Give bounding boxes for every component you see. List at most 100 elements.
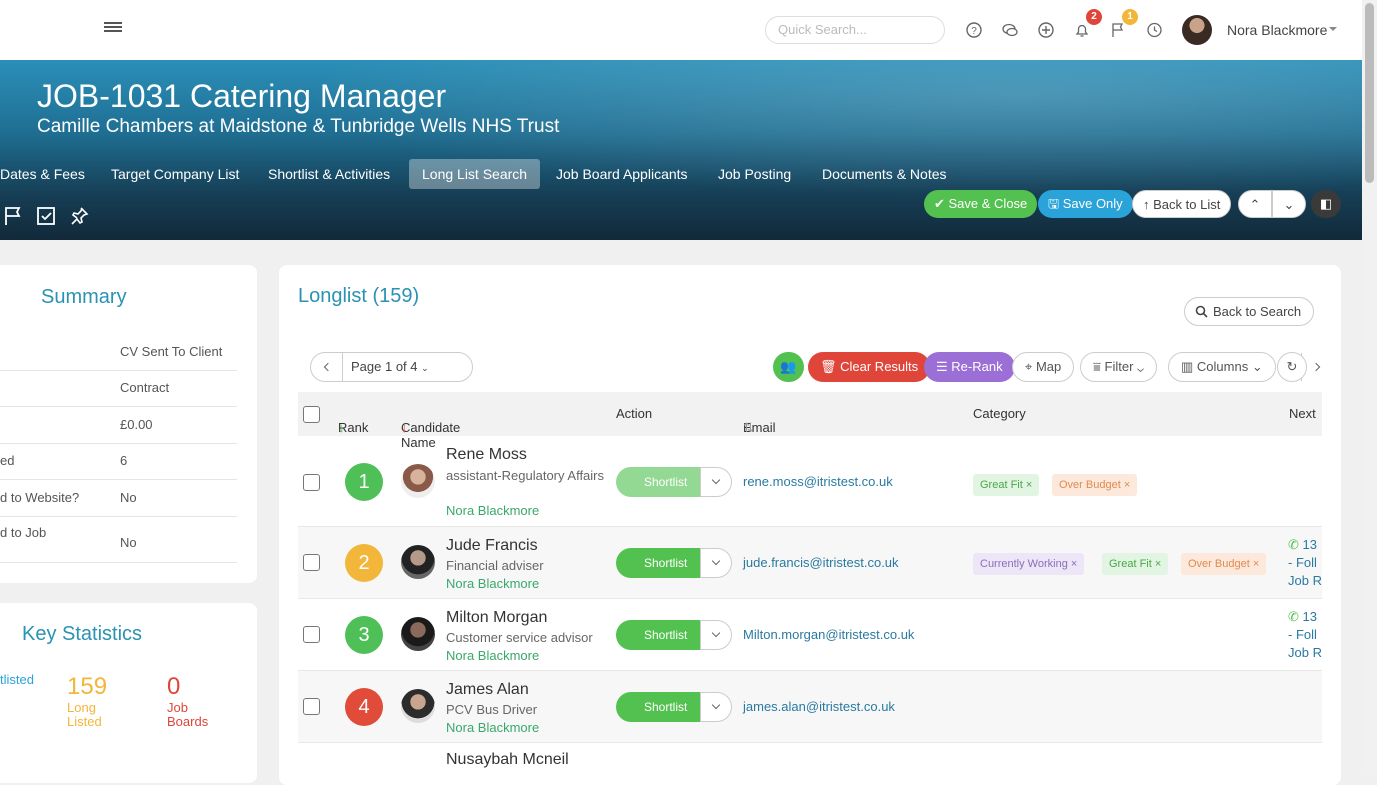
user-name[interactable]: Nora Blackmore bbox=[1227, 22, 1327, 38]
candidate-owner[interactable]: Nora Blackmore bbox=[446, 648, 539, 663]
category-tag[interactable]: Over Budget × bbox=[1052, 474, 1138, 496]
candidate-email[interactable]: jude.francis@itristest.co.uk bbox=[743, 555, 899, 570]
page-label: Page 1 of 4 bbox=[351, 359, 418, 374]
next-action-text: 13 bbox=[1302, 537, 1317, 552]
quick-search-input[interactable]: Quick Search... bbox=[765, 16, 945, 44]
rerank-button[interactable]: ☰ Re-Rank bbox=[924, 352, 1015, 382]
next-action-text: Job R bbox=[1288, 645, 1322, 660]
add-icon[interactable] bbox=[1037, 21, 1055, 39]
scrollbar-thumb[interactable] bbox=[1365, 3, 1374, 183]
summary-row: CV Sent To Client bbox=[0, 335, 237, 371]
select-all-checkbox[interactable] bbox=[303, 406, 320, 423]
action-header: Action bbox=[616, 406, 653, 421]
tab-job-posting[interactable]: Job Posting bbox=[705, 159, 804, 189]
clear-results-label: Clear Results bbox=[840, 359, 919, 374]
previous-page-button[interactable] bbox=[311, 353, 343, 381]
shortlist-dropdown-button[interactable] bbox=[700, 692, 732, 722]
history-icon[interactable] bbox=[1145, 21, 1163, 39]
stat-label: Listed bbox=[67, 714, 102, 729]
page-select[interactable]: Page 1 of 4 ⌄ bbox=[351, 353, 429, 382]
user-avatar[interactable] bbox=[1182, 15, 1212, 45]
category-tag[interactable]: Currently Working × bbox=[973, 553, 1085, 575]
shortlist-button[interactable]: Shortlist bbox=[616, 620, 701, 650]
candidate-name[interactable]: Milton Morgan bbox=[446, 609, 547, 627]
clear-results-button[interactable]: 🗑 Clear Results bbox=[808, 352, 931, 382]
flag-icon[interactable]: 1 bbox=[1109, 9, 1138, 39]
chevron-right-icon bbox=[1311, 362, 1321, 372]
chevron-down-icon bbox=[711, 556, 721, 566]
stat-value: 0 bbox=[167, 673, 181, 700]
candidate-email[interactable]: rene.moss@itristest.co.uk bbox=[743, 474, 893, 489]
tab-documents-notes[interactable]: Documents & Notes bbox=[809, 159, 960, 189]
shortlist-dropdown-button[interactable] bbox=[700, 467, 732, 497]
row-checkbox[interactable] bbox=[303, 698, 320, 715]
panel-toggle-icon[interactable]: ◧ bbox=[1311, 190, 1341, 218]
user-menu-caret-icon[interactable] bbox=[1329, 27, 1337, 31]
shortlist-dropdown-button[interactable] bbox=[700, 548, 732, 578]
shortlist-split-button: Shortlist bbox=[616, 692, 732, 722]
shortlist-selected-icon[interactable]: 👥 bbox=[773, 352, 804, 382]
stat-long-listed[interactable]: 159 Long Listed bbox=[67, 673, 107, 729]
candidate-name[interactable]: James Alan bbox=[446, 681, 529, 699]
next-action[interactable]: ✆ 13 - Foll Job R bbox=[1288, 608, 1322, 662]
category-tag[interactable]: Over Budget × bbox=[1181, 553, 1267, 575]
candidate-avatar bbox=[401, 464, 435, 498]
category-tag[interactable]: Great Fit × bbox=[973, 474, 1040, 496]
save-only-button[interactable]: 🖫 Save Only bbox=[1038, 190, 1133, 218]
pin-icon[interactable] bbox=[68, 205, 90, 227]
help-icon[interactable]: ? bbox=[965, 21, 983, 39]
notifications-icon[interactable]: 2 bbox=[1073, 9, 1102, 39]
tab-target-company-list[interactable]: Target Company List bbox=[98, 159, 252, 189]
stat-job-boards[interactable]: 0 Job Boards bbox=[167, 673, 208, 729]
shortlist-button[interactable]: Shortlist bbox=[616, 548, 701, 578]
shortlist-button[interactable]: Shortlist bbox=[616, 467, 701, 497]
page-scrollbar[interactable] bbox=[1362, 0, 1377, 769]
flag-outline-icon[interactable] bbox=[2, 205, 24, 227]
table-row: 4 James Alan PCV Bus Driver Nora Blackmo… bbox=[298, 671, 1322, 743]
candidate-owner[interactable]: Nora Blackmore bbox=[446, 503, 539, 518]
sort-down-icon: ↓ bbox=[401, 420, 408, 435]
candidate-owner[interactable]: Nora Blackmore bbox=[446, 576, 539, 591]
tab-long-list-search[interactable]: Long List Search bbox=[409, 159, 541, 189]
candidate-email[interactable]: Milton.morgan@itristest.co.uk bbox=[743, 627, 914, 642]
category-tag[interactable]: Great Fit × bbox=[1102, 553, 1169, 575]
chat-icon[interactable] bbox=[1001, 21, 1019, 39]
key-statistics-title: Key Statistics bbox=[22, 623, 143, 645]
summary-row: £0.00 bbox=[0, 407, 237, 444]
checkbox-icon[interactable] bbox=[35, 205, 57, 227]
row-checkbox[interactable] bbox=[303, 626, 320, 643]
next-record-button[interactable]: ⌄ bbox=[1272, 190, 1306, 218]
candidate-name[interactable]: Rene Moss bbox=[446, 446, 527, 464]
back-to-list-button[interactable]: ↑ Back to List bbox=[1132, 190, 1232, 218]
shortlist-dropdown-button[interactable] bbox=[700, 620, 732, 650]
columns-button[interactable]: ▥ Columns ⌄ bbox=[1168, 352, 1276, 382]
back-to-search-button[interactable]: Back to Search bbox=[1184, 297, 1315, 326]
notifications-badge: 2 bbox=[1086, 9, 1102, 25]
previous-record-button[interactable]: ⌃ bbox=[1238, 190, 1272, 218]
candidate-owner[interactable]: Nora Blackmore bbox=[446, 720, 539, 735]
rank-badge: 2 bbox=[345, 544, 383, 582]
summary-value: Contract bbox=[120, 380, 170, 395]
tab-dates-fees[interactable]: Dates & Fees bbox=[0, 159, 98, 189]
save-close-button[interactable]: ✔ Save & Close bbox=[924, 190, 1038, 218]
candidate-email[interactable]: james.alan@itristest.co.uk bbox=[743, 699, 895, 714]
filter-button[interactable]: ⩸ Filter ⌄ bbox=[1080, 352, 1158, 382]
tab-shortlist-activities[interactable]: Shortlist & Activities bbox=[255, 159, 403, 189]
candidate-name[interactable]: Jude Francis bbox=[446, 537, 538, 555]
stat-shortlisted[interactable]: tlisted bbox=[0, 673, 34, 687]
tab-job-board-applicants[interactable]: Job Board Applicants bbox=[543, 159, 701, 189]
row-checkbox[interactable] bbox=[303, 474, 320, 491]
next-header: Next bbox=[1289, 406, 1316, 421]
rank-badge: 1 bbox=[345, 463, 383, 501]
next-action[interactable]: ✆ 13 - Foll Job R bbox=[1288, 536, 1322, 590]
candidate-name[interactable]: Nusaybah Mcneil bbox=[446, 751, 569, 769]
menu-icon[interactable] bbox=[104, 20, 122, 36]
map-button[interactable]: ⌖ Map bbox=[1012, 352, 1075, 382]
table-header: Rank ↓ Candidate Name ↓ Action Email ⇅ C… bbox=[298, 392, 1322, 450]
rank-badge: 4 bbox=[345, 688, 383, 726]
refresh-icon[interactable]: ↻ bbox=[1277, 352, 1307, 382]
longlist-card: Longlist (159) Back to Search Page 1 of … bbox=[279, 265, 1341, 785]
shortlist-button[interactable]: Shortlist bbox=[616, 692, 701, 722]
row-checkbox[interactable] bbox=[303, 554, 320, 571]
shortlist-split-button: Shortlist bbox=[616, 620, 732, 650]
